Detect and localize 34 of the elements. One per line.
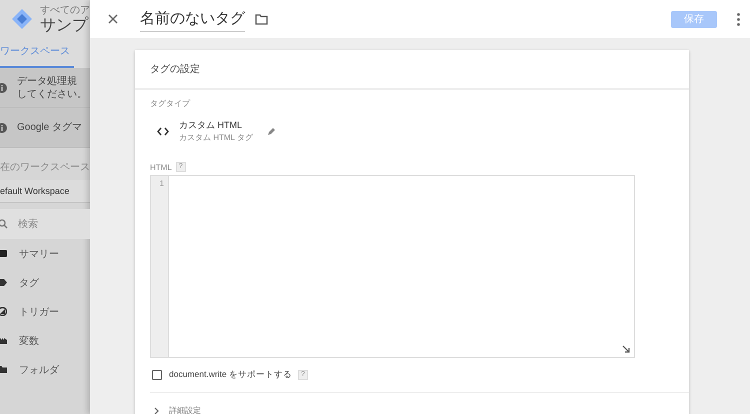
folder-icon[interactable] [255, 14, 268, 24]
workspace-selector[interactable]: efault Workspace [0, 180, 90, 203]
breadcrumb[interactable]: すべてのア [40, 3, 90, 17]
nav-item[interactable]: フォルダ [0, 355, 90, 384]
variable-icon [0, 336, 7, 345]
notice-text: Google タグマ [17, 121, 82, 134]
section-toggle[interactable]: 詳細設定 [169, 405, 201, 414]
nav-item[interactable]: サマリー [0, 239, 90, 268]
field-label: タグタイプ [150, 98, 192, 109]
container-title: サンプ [40, 17, 90, 35]
more-icon[interactable] [737, 12, 740, 26]
close-icon [108, 14, 118, 24]
nav-item[interactable]: トリガー [0, 297, 90, 326]
summary-icon [0, 249, 7, 258]
tag-type-description: カスタム HTML タグ [179, 132, 253, 143]
nav-item[interactable]: タグ [0, 268, 90, 297]
nav-item[interactable]: 変数 [0, 326, 90, 355]
tag-icon [0, 278, 7, 287]
tag-type-name: カスタム HTML [179, 119, 243, 132]
line-number: 1 [158, 178, 165, 188]
tag-name-field[interactable]: 名前のないタグ [140, 6, 245, 32]
card-title: タグの設定 [150, 62, 200, 76]
notice-text: データ処理規 してください。 [17, 74, 87, 100]
trigger-icon [0, 307, 7, 316]
checkbox[interactable] [152, 370, 162, 380]
resize-handle-icon [622, 345, 630, 353]
edit-icon[interactable] [266, 126, 276, 136]
search-field[interactable]: 検索 [0, 209, 90, 239]
section-label: 在のワークスペース [0, 161, 90, 175]
field-label: HTML [150, 162, 172, 172]
folder-icon [0, 365, 7, 374]
diamond-logo-icon [12, 9, 32, 29]
checkbox-label: document.write をサポートする [169, 369, 292, 381]
code-icon [157, 126, 169, 136]
